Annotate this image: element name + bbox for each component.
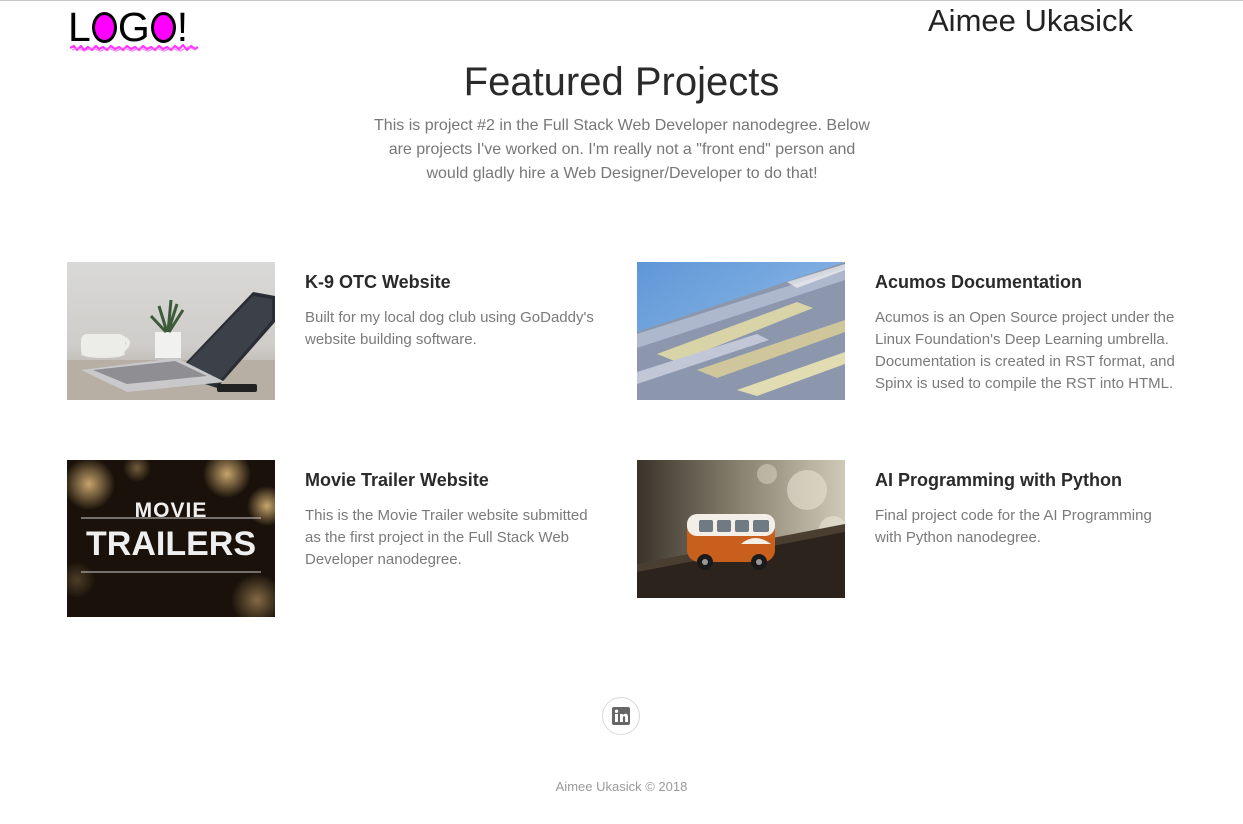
site-logo[interactable]: L G! [68, 5, 200, 57]
project-title[interactable]: AI Programming with Python [875, 468, 1122, 492]
project-image-laptop[interactable] [67, 262, 275, 400]
project-description: Built for my local dog club using GoDadd… [305, 309, 594, 348]
intro-text: This is project #2 in the Full Stack Web… [374, 117, 870, 182]
logo-underline-scribble [69, 43, 199, 52]
project-image-movie-trailers[interactable]: MOVIE TRAILERS [67, 460, 275, 617]
project-card-k9: K-9 OTC Website Built for my local dog c… [67, 262, 607, 422]
footer-copyright: Aimee Ukasick © 2018 [555, 779, 688, 794]
owner-name: Aimee Ukasick [928, 3, 1133, 38]
project-image-toy-van[interactable] [637, 460, 845, 598]
linkedin-link-button[interactable] [602, 697, 640, 735]
project-card-ai-python: AI Programming with Python Final project… [637, 460, 1177, 620]
page: L G! Aimee Ukasick Featured Projects This… [0, 0, 1243, 824]
movie-poster-line1: MOVIE [135, 499, 208, 522]
movie-poster-line2: TRAILERS [86, 525, 256, 563]
project-card-acumos: Acumos Documentation Acumos is an Open S… [637, 262, 1177, 422]
linkedin-icon [612, 707, 630, 725]
project-title[interactable]: Movie Trailer Website [305, 468, 489, 492]
project-image-building[interactable] [637, 262, 845, 400]
project-description: This is the Movie Trailer website submit… [305, 507, 588, 568]
project-card-movie-trailer: MOVIE TRAILERS Movie Trailer Website Thi… [67, 460, 607, 620]
project-title[interactable]: Acumos Documentation [875, 270, 1082, 294]
project-title[interactable]: K-9 OTC Website [305, 270, 451, 294]
project-description: Acumos is an Open Source project under t… [875, 309, 1175, 392]
project-description: Final project code for the AI Programmin… [875, 507, 1152, 546]
page-title: Featured Projects [463, 60, 780, 104]
